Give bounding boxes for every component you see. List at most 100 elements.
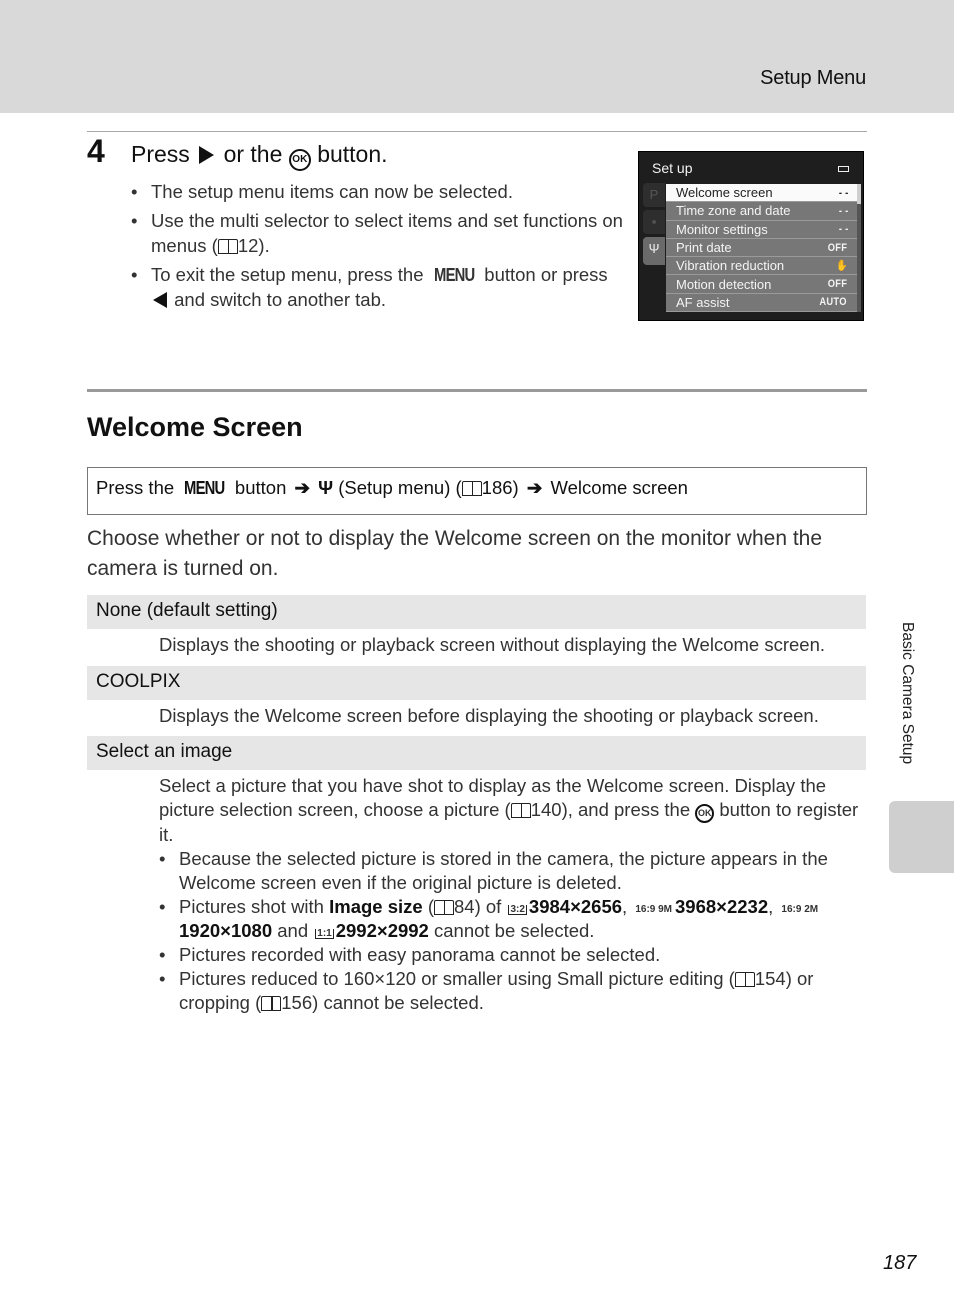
- step-title-post: button.: [317, 141, 388, 167]
- multi-selector-left-icon: [153, 292, 167, 308]
- desc-text: ), and press the: [561, 799, 691, 820]
- select-image-notes: Because the selected picture is stored i…: [159, 847, 859, 1015]
- book-reference-icon: [461, 481, 482, 496]
- item-value: - -: [838, 223, 849, 236]
- intro-paragraph: Choose whether or not to display the Wel…: [87, 527, 823, 580]
- note-text: Because the selected picture is stored i…: [179, 848, 828, 893]
- option-header-select-image: Select an image: [87, 736, 866, 770]
- step-bullet: To exit the setup menu, press the MENU b…: [131, 262, 626, 312]
- page-reference: 154: [754, 968, 786, 989]
- vibration-reduction-icon: ✋: [836, 260, 848, 273]
- arrow-right-icon: ➔: [526, 477, 543, 498]
- bullet-text: button or press: [484, 264, 608, 285]
- camera-menu-item[interactable]: Motion detection OFF: [666, 275, 857, 294]
- step-divider: [87, 131, 867, 132]
- item-value: OFF: [827, 278, 848, 291]
- arrow-right-icon: ➔: [294, 477, 311, 498]
- bullet-text: ).: [258, 235, 270, 256]
- camera-menu-title: Set up: [652, 160, 693, 176]
- size-16-9-9m-icon: 16:9 9M: [635, 904, 673, 915]
- ok-button-icon: OK: [288, 149, 311, 171]
- book-reference-icon: [261, 996, 282, 1011]
- item-value: OFF: [827, 241, 848, 254]
- menu-button-label: MENU: [184, 477, 225, 498]
- step-title: Press or the OK button.: [131, 141, 388, 171]
- select-image-paragraph: Select a picture that you have shot to d…: [159, 774, 859, 847]
- item-label: Welcome screen: [676, 185, 773, 201]
- section-title: Welcome Screen: [87, 412, 303, 442]
- book-reference-icon: [217, 239, 238, 254]
- bullet-text: To exit the setup menu, press the: [151, 264, 424, 285]
- camera-menu-list: Welcome screen - - Time zone and date - - …: [666, 184, 857, 313]
- header-title: Setup Menu: [760, 67, 866, 89]
- camera-menu-item[interactable]: Vibration reduction ✋: [666, 257, 857, 276]
- menu-path-box: Press the MENU button ➔ Ψ (Setup menu) (…: [87, 467, 867, 515]
- step-number: 4: [87, 133, 105, 169]
- note-text: and: [277, 920, 309, 941]
- note-item: Pictures shot with Image size (84) of 3:…: [159, 895, 859, 943]
- movie-tab-icon[interactable]: ▪: [643, 210, 665, 234]
- size-value: 3984×2656: [528, 896, 623, 917]
- item-value: - -: [838, 186, 849, 199]
- camera-screen: Set up P ▪ Ψ Welcome screen - - Time zone…: [638, 151, 864, 321]
- camera-menu-item[interactable]: Monitor settings - -: [666, 220, 857, 239]
- page-reference: 12: [237, 235, 259, 256]
- step-bullet: The setup menu items can now be selected…: [131, 179, 626, 204]
- bullet-text: The setup menu items can now be selected…: [151, 181, 513, 202]
- item-label: Monitor settings: [676, 221, 768, 237]
- note-text: Pictures shot with: [179, 896, 324, 917]
- option-desc-coolpix: Displays the Welcome screen before displ…: [159, 705, 819, 726]
- item-value: - -: [838, 204, 849, 217]
- path-text: Press the: [96, 477, 175, 498]
- item-label: Motion detection: [676, 276, 772, 292]
- menu-button-label: MENU: [433, 264, 475, 285]
- section-divider: [87, 389, 867, 392]
- item-label: AF assist: [676, 294, 730, 310]
- note-text: Pictures recorded with easy panorama can…: [179, 944, 661, 965]
- size-16-9-2m-icon: 16:9 2M: [781, 904, 819, 915]
- note-text: Pictures reduced to 160×120 or smaller u…: [179, 968, 735, 989]
- camera-menu-item[interactable]: AF assist AUTO: [666, 293, 857, 313]
- chapter-side-label: Basic Camera Setup: [899, 622, 916, 765]
- note-text: ) cannot be selected.: [312, 992, 484, 1013]
- setup-tab-icon[interactable]: Ψ: [643, 237, 665, 265]
- page-reference: 84: [454, 896, 475, 917]
- ok-button-icon: OK: [695, 804, 715, 823]
- camera-menu-item[interactable]: Print date OFF: [666, 238, 857, 258]
- page-reference: 186: [481, 477, 513, 498]
- camera-menu-tabs: P ▪ Ψ: [643, 183, 667, 268]
- step-bullet: Use the multi selector to select items a…: [131, 208, 626, 258]
- camera-scrollbar[interactable]: [857, 184, 861, 312]
- image-size-label: Image size: [329, 896, 423, 917]
- multi-selector-right-icon: [199, 146, 215, 164]
- size-value: 1920×1080: [179, 920, 273, 941]
- shooting-tab-icon[interactable]: P: [643, 183, 665, 207]
- header-band: Setup Menu: [0, 0, 954, 113]
- item-value: AUTO: [819, 296, 847, 309]
- note-item: Pictures recorded with easy panorama can…: [159, 943, 859, 967]
- step-title-pre: Press: [131, 141, 190, 167]
- camera-menu-item[interactable]: Welcome screen - -: [666, 184, 857, 203]
- size-value: 2992×2992: [335, 920, 429, 941]
- option-desc-select-image: Select a picture that you have shot to d…: [159, 774, 859, 1015]
- book-reference-icon: [734, 972, 755, 987]
- item-label: Vibration reduction: [676, 258, 785, 274]
- path-text: button: [234, 477, 287, 498]
- item-label: Time zone and date: [676, 203, 791, 219]
- item-label: Print date: [676, 240, 732, 256]
- note-text: cannot be selected.: [434, 920, 595, 941]
- page-reference: 156: [281, 992, 313, 1013]
- size-3-2-icon: 3:2: [508, 904, 527, 915]
- book-reference-icon: [434, 900, 455, 915]
- step-bullets: The setup menu items can now be selected…: [131, 179, 626, 316]
- page-number: 187: [883, 1252, 917, 1274]
- book-reference-icon: [510, 803, 531, 818]
- page-reference: 140: [530, 799, 562, 820]
- scrollbar-thumb[interactable]: [857, 184, 861, 204]
- camera-menu-item[interactable]: Time zone and date - -: [666, 202, 857, 221]
- size-value: 3968×2232: [675, 896, 769, 917]
- wrench-icon: Ψ: [318, 477, 334, 498]
- option-header-none: None (default setting): [87, 595, 866, 629]
- chapter-thumb-tab: [889, 801, 954, 873]
- battery-icon: [838, 166, 849, 172]
